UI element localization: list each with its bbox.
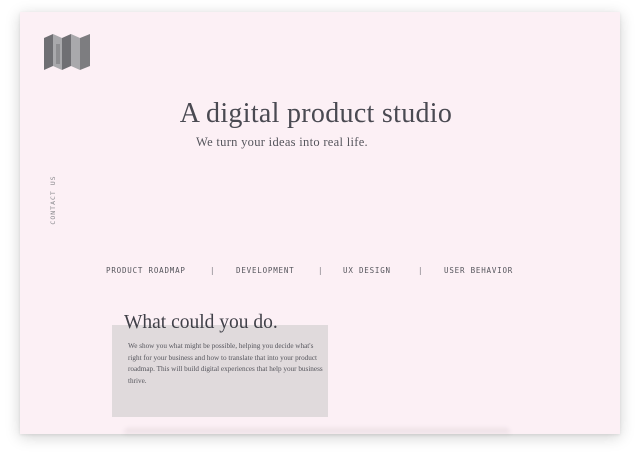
- service-product-roadmap[interactable]: PRODUCT ROADMAP: [106, 266, 186, 275]
- service-ux-design[interactable]: UX DESIGN: [343, 266, 391, 275]
- service-separator: |: [418, 266, 423, 275]
- service-development[interactable]: DEVELOPMENT: [236, 266, 294, 275]
- contact-us-link[interactable]: CONTACT US: [47, 175, 59, 224]
- hero-subtitle: We turn your ideas into real life.: [196, 135, 368, 149]
- hero-title: A digital product studio: [179, 98, 453, 129]
- service-separator: |: [210, 266, 215, 275]
- services-nav: PRODUCT ROADMAP | DEVELOPMENT | UX DESIG…: [20, 266, 620, 278]
- feature-title: What could you do.: [124, 312, 278, 333]
- service-separator: |: [318, 266, 323, 275]
- contact-us-label[interactable]: CONTACT US: [49, 175, 57, 224]
- next-card-shadow: [124, 428, 510, 438]
- feature-description: We show you what might be possible, help…: [128, 342, 323, 385]
- page-card: CONTACT US A digital product studio We t…: [20, 12, 620, 434]
- folded-map-logo-icon[interactable]: [44, 34, 90, 70]
- service-user-behavior[interactable]: USER BEHAVIOR: [444, 266, 513, 275]
